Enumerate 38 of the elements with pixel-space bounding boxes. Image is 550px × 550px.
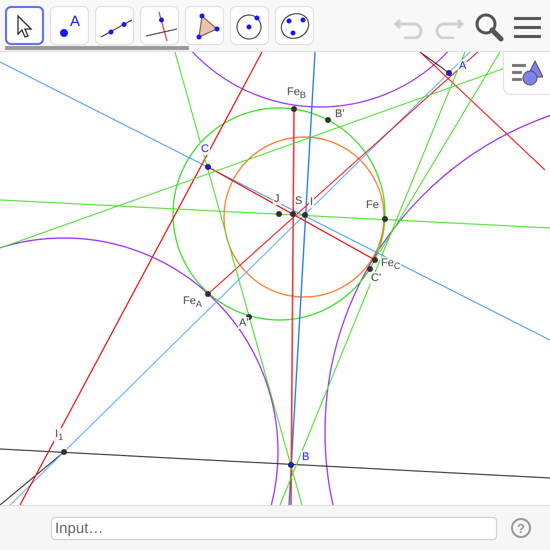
tool-button[interactable] bbox=[5, 6, 44, 45]
point-dot[interactable] bbox=[446, 70, 452, 76]
point-label: B' bbox=[334, 108, 346, 120]
point-label: Fe bbox=[365, 199, 380, 211]
point-label: Fe$_{C}$ bbox=[380, 257, 402, 272]
point-label: A bbox=[70, 13, 80, 30]
point-dot[interactable] bbox=[61, 449, 67, 455]
input-field[interactable]: Input… bbox=[51, 516, 497, 540]
tool-button[interactable]: A bbox=[50, 6, 89, 45]
point-label: Fe$_{A}$ bbox=[182, 295, 203, 310]
point-dot[interactable] bbox=[367, 266, 373, 272]
menu-icon bbox=[514, 15, 542, 39]
style-bar-toggle[interactable] bbox=[503, 52, 550, 95]
point-dot[interactable] bbox=[372, 257, 378, 263]
point-dot[interactable] bbox=[276, 211, 282, 217]
point-dot[interactable] bbox=[382, 216, 388, 222]
point-label: C' bbox=[370, 272, 382, 284]
point-label: I$_{1}$ bbox=[54, 428, 64, 442]
point-label: S bbox=[294, 195, 304, 207]
point-label: A' bbox=[238, 317, 250, 329]
toolbar-scrollbar[interactable] bbox=[5, 46, 189, 50]
search-icon bbox=[474, 12, 504, 42]
point-label: I bbox=[309, 196, 314, 208]
point-dot[interactable] bbox=[291, 106, 297, 112]
point-dot[interactable] bbox=[325, 117, 331, 123]
point-dot[interactable] bbox=[288, 462, 294, 468]
shapes-style-icon bbox=[511, 59, 543, 87]
point-label: C bbox=[200, 143, 210, 155]
point-label: J bbox=[273, 193, 280, 205]
ellipse-icon bbox=[278, 10, 310, 40]
point-label: Fe$_{B}$ bbox=[286, 86, 307, 100]
point-label: B bbox=[301, 451, 310, 463]
point-dot[interactable] bbox=[205, 164, 211, 170]
point-icon bbox=[58, 28, 69, 38]
point-label: A bbox=[458, 60, 468, 72]
point-dot[interactable] bbox=[290, 211, 296, 217]
point-dot[interactable] bbox=[205, 291, 211, 297]
point-dot[interactable] bbox=[302, 212, 308, 218]
